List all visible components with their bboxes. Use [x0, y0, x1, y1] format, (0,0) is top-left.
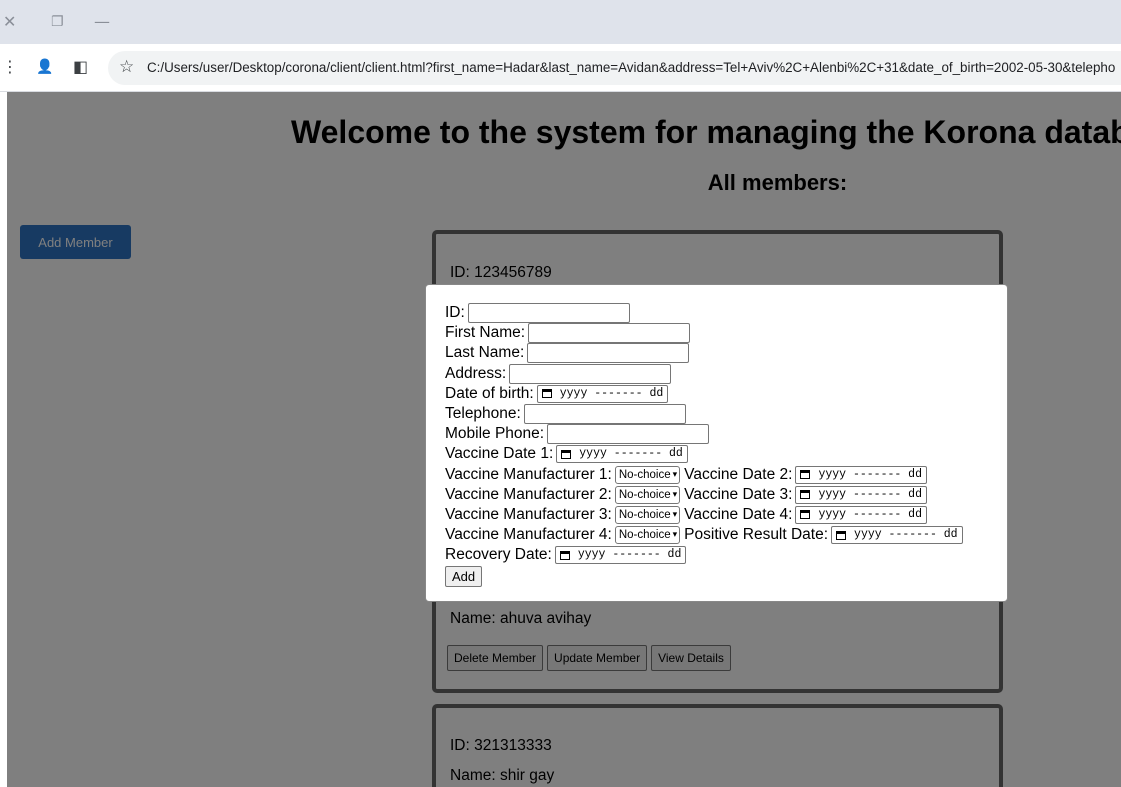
- minimize-window-icon[interactable]: —: [94, 12, 110, 32]
- calendar-icon[interactable]: [800, 470, 811, 480]
- calendar-icon[interactable]: [800, 510, 811, 520]
- vaccine-date-2-input[interactable]: yyyy ------- dd: [795, 465, 927, 484]
- id-label: ID:: [445, 304, 465, 322]
- vaccine-date-1-label: Vaccine Date 1:: [445, 445, 554, 463]
- calendar-icon[interactable]: [559, 550, 570, 560]
- first-name-label: First Name:: [445, 324, 526, 342]
- telephone-label: Telephone:: [445, 405, 521, 423]
- mobile-phone-input[interactable]: [547, 424, 710, 445]
- add-member-form: ID: First Name: Last Name: Address: Date…: [445, 303, 966, 587]
- address-input[interactable]: [509, 363, 672, 384]
- add-member-modal: ID: First Name: Last Name: Address: Date…: [425, 284, 1008, 602]
- url-text[interactable]: C:/Users/user/Desktop/corona/client/clie…: [147, 60, 1121, 76]
- positive-result-date-label: Positive Result Date:: [684, 526, 829, 544]
- close-window-icon[interactable]: ✕: [3, 12, 16, 32]
- vaccine-date-1-input[interactable]: yyyy ------- dd: [556, 445, 688, 464]
- recovery-date-input[interactable]: yyyy ------- dd: [554, 546, 687, 565]
- vaccine-manufacturer-1-label: Vaccine Manufacturer 1:: [445, 465, 612, 483]
- page-content: Welcome to the system for managing the K…: [7, 92, 1121, 787]
- id-input[interactable]: [467, 303, 630, 324]
- address-label: Address:: [445, 364, 507, 382]
- last-name-input[interactable]: [527, 343, 690, 364]
- calendar-icon[interactable]: [800, 490, 811, 500]
- menu-icon[interactable]: ⋮: [2, 56, 18, 78]
- vaccine-date-4-label: Vaccine Date 4:: [684, 505, 793, 523]
- vaccine-manufacturer-3-label: Vaccine Manufacturer 3:: [445, 505, 612, 523]
- first-name-input[interactable]: [528, 323, 691, 344]
- dob-date-input[interactable]: yyyy ------- dd: [536, 384, 669, 403]
- profile-icon[interactable]: 👤: [36, 56, 53, 78]
- vaccine-date-3-label: Vaccine Date 3:: [684, 485, 793, 503]
- chevron-down-icon: ▾: [672, 509, 678, 520]
- dob-label: Date of birth:: [445, 384, 534, 402]
- calendar-icon[interactable]: [561, 449, 572, 459]
- vaccine-date-4-input[interactable]: yyyy ------- dd: [795, 505, 927, 524]
- chevron-down-icon: ▾: [672, 469, 678, 480]
- vaccine-date-2-label: Vaccine Date 2:: [684, 465, 793, 483]
- add-button[interactable]: Add: [445, 565, 483, 587]
- calendar-icon[interactable]: [836, 530, 847, 540]
- chevron-down-icon: ▾: [672, 530, 678, 541]
- chevron-down-icon: ▾: [672, 489, 678, 500]
- sidebar-icon[interactable]: ◧: [73, 56, 88, 78]
- vaccine-manufacturer-2-label: Vaccine Manufacturer 2:: [445, 485, 612, 503]
- calendar-icon[interactable]: [541, 389, 552, 399]
- vaccine-manufacturer-1-select[interactable]: No-choice ▾: [614, 465, 681, 484]
- browser-titlebar: ✕ ❐ —: [0, 0, 1121, 44]
- last-name-label: Last Name:: [445, 344, 525, 362]
- restore-window-icon[interactable]: ❐: [51, 12, 64, 32]
- telephone-input[interactable]: [523, 404, 686, 425]
- vaccine-date-3-input[interactable]: yyyy ------- dd: [795, 485, 927, 504]
- vaccine-manufacturer-4-select[interactable]: No-choice ▾: [614, 526, 681, 545]
- recovery-date-label: Recovery Date:: [445, 546, 552, 564]
- bookmark-star-icon[interactable]: ☆: [119, 56, 134, 78]
- positive-result-date-input[interactable]: yyyy ------- dd: [831, 526, 963, 545]
- vaccine-manufacturer-4-label: Vaccine Manufacturer 4:: [445, 526, 612, 544]
- vaccine-manufacturer-3-select[interactable]: No-choice ▾: [614, 505, 681, 524]
- vaccine-manufacturer-2-select[interactable]: No-choice ▾: [614, 485, 681, 504]
- mobile-phone-label: Mobile Phone:: [445, 425, 545, 443]
